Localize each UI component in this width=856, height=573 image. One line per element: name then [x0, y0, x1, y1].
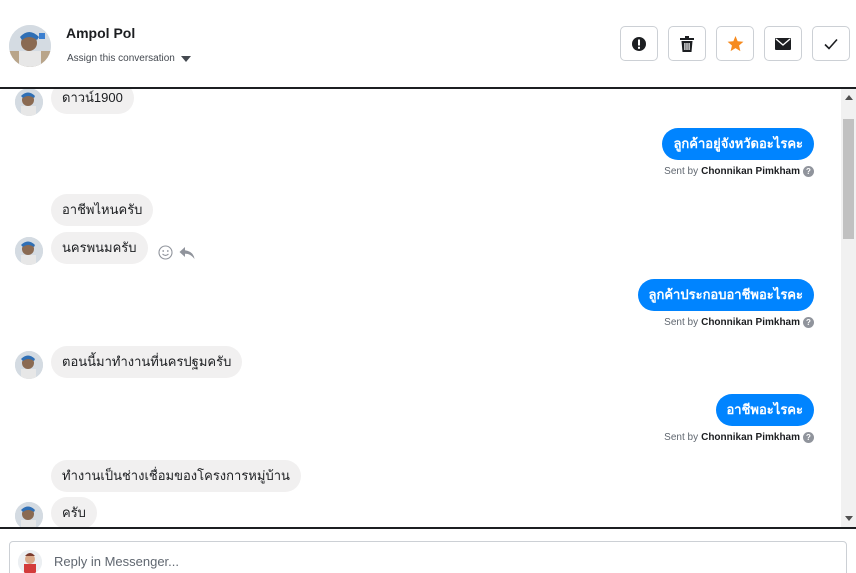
sender-name: Chonnikan Pimkham	[701, 317, 800, 328]
message-bubble-outgoing[interactable]: ลูกค้าประกอบอาชีพอะไรคะ	[637, 279, 814, 311]
contact-avatar-small	[15, 502, 43, 527]
thread-scrollbar[interactable]	[841, 89, 856, 527]
star-icon	[727, 35, 743, 51]
message-bubble-incoming[interactable]: นครพนมครับ	[51, 232, 148, 264]
caret-down-icon	[180, 56, 191, 62]
sent-by-label: Sent by Chonnikan Pimkham ?	[664, 317, 814, 328]
contact-avatar-small	[15, 89, 43, 116]
reply-icon[interactable]	[179, 246, 195, 260]
scroll-down-arrow-icon[interactable]	[845, 516, 853, 521]
checkmark-icon	[824, 38, 838, 50]
sender-name: Chonnikan Pimkham	[701, 432, 800, 443]
sent-by-prefix: Sent by	[664, 432, 699, 443]
contact-avatar-small	[15, 351, 43, 379]
contact-avatar[interactable]	[9, 25, 51, 67]
message-bubble-incoming[interactable]: ทำงานเป็นช่างเชื่อมของโครงการหมู่บ้าน	[51, 460, 301, 492]
delete-button[interactable]	[668, 26, 706, 61]
alert-circle-icon	[632, 36, 646, 51]
message-bubble-outgoing[interactable]: ลูกค้าอยู่จังหวัดอะไรคะ	[662, 128, 814, 160]
sent-by-label: Sent by Chonnikan Pimkham ?	[664, 166, 814, 177]
message-bubble-incoming[interactable]: ดาวน์1900	[51, 89, 134, 114]
message-tools	[158, 245, 195, 260]
assign-conversation-dropdown[interactable]: Assign this conversation	[67, 53, 191, 64]
scroll-up-arrow-icon[interactable]	[845, 95, 853, 100]
help-icon[interactable]: ?	[803, 432, 814, 443]
sender-name: Chonnikan Pimkham	[701, 166, 800, 177]
contact-avatar-small	[15, 237, 43, 265]
conversation-actions	[620, 26, 850, 61]
sent-by-label: Sent by Chonnikan Pimkham ?	[664, 432, 814, 443]
scrollbar-thumb[interactable]	[843, 119, 854, 239]
reply-input[interactable]	[54, 551, 654, 571]
help-icon[interactable]: ?	[803, 166, 814, 177]
star-button[interactable]	[716, 26, 754, 61]
assign-label: Assign this conversation	[67, 53, 175, 64]
trash-icon	[680, 35, 694, 52]
message-bubble-outgoing[interactable]: อาชีพอะไรคะ	[715, 394, 814, 426]
reply-composer	[9, 541, 847, 573]
mark-unread-button[interactable]	[764, 26, 802, 61]
message-bubble-incoming[interactable]: ตอนนี้มาทำงานที่นครปฐมครับ	[51, 346, 243, 378]
message-bubble-incoming[interactable]: อาชีพไหนครับ	[51, 194, 154, 226]
sent-by-prefix: Sent by	[664, 317, 699, 328]
sent-by-prefix: Sent by	[664, 166, 699, 177]
contact-name[interactable]: Ampol Pol	[66, 25, 135, 41]
envelope-icon	[775, 37, 791, 50]
spam-button[interactable]	[620, 26, 658, 61]
mark-done-button[interactable]	[812, 26, 850, 61]
page-avatar	[18, 550, 42, 573]
message-bubble-incoming[interactable]: ครับ	[51, 497, 97, 527]
conversation-header: Ampol Pol Assign this conversation	[0, 0, 856, 89]
message-thread[interactable]: ดาวน์1900 ลูกค้าอยู่จังหวัดอะไรคะ Sent b…	[0, 89, 856, 529]
help-icon[interactable]: ?	[803, 317, 814, 328]
emoji-reaction-icon[interactable]	[158, 245, 173, 260]
